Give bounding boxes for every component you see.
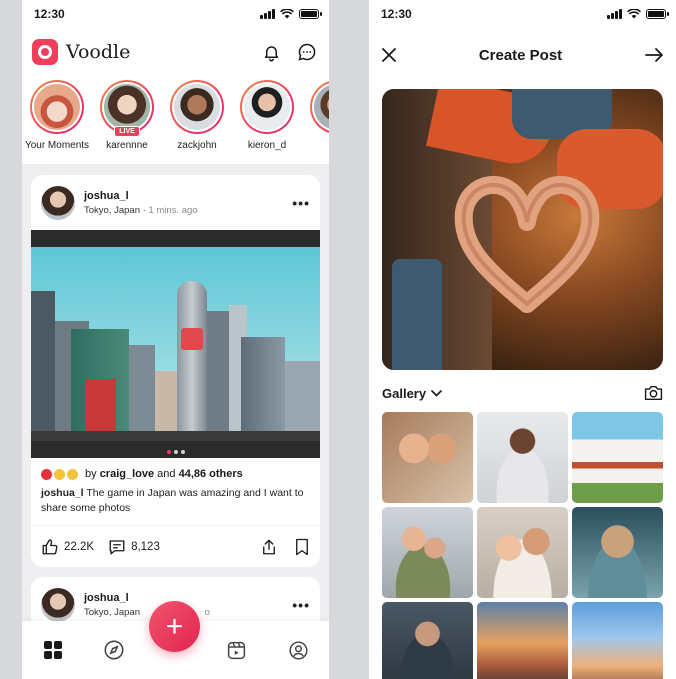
gallery-photo[interactable] xyxy=(382,507,473,598)
heart-eyes-emoji-icon xyxy=(54,468,65,480)
liked-by-user[interactable]: craig_love xyxy=(100,468,154,480)
avatar[interactable] xyxy=(41,587,75,622)
status-icons xyxy=(607,9,669,19)
arrow-right-icon[interactable] xyxy=(644,47,664,63)
selected-photo-preview[interactable] xyxy=(382,89,663,370)
post-location-text: Tokyo, Japan xyxy=(84,606,140,618)
status-bar: 12:30 xyxy=(369,0,676,28)
liked-by-prefix: by xyxy=(85,468,97,480)
post-caption: joshua_l The game in Japan was amazing a… xyxy=(31,480,320,516)
gallery-photo[interactable] xyxy=(382,602,473,679)
battery-icon xyxy=(646,9,669,19)
like-button[interactable]: 22.2K xyxy=(41,538,94,556)
chevron-down-icon xyxy=(431,389,442,396)
close-icon[interactable] xyxy=(381,47,397,63)
comment-icon xyxy=(109,539,125,554)
gallery-dropdown[interactable]: Gallery xyxy=(382,386,442,401)
avatar[interactable] xyxy=(41,185,75,220)
story-avatar xyxy=(244,84,290,130)
nav-profile[interactable] xyxy=(278,640,318,661)
more-options-button[interactable]: ••• xyxy=(292,597,310,613)
story-karennne[interactable]: LIVE karennne xyxy=(92,80,162,164)
story-kieron-d[interactable]: kieron_d xyxy=(232,80,302,164)
signal-icon xyxy=(260,9,275,19)
app-logo xyxy=(32,39,58,65)
status-time: 12:30 xyxy=(381,7,412,21)
bell-icon xyxy=(264,45,278,61)
status-time: 12:30 xyxy=(34,7,65,21)
chat-bubble-icon xyxy=(298,43,316,61)
add-post-button[interactable]: + xyxy=(149,601,200,652)
grid-icon xyxy=(43,641,62,659)
post-location-text: Tokyo, Japan xyxy=(84,204,140,216)
wifi-icon xyxy=(280,9,294,19)
nav-reels[interactable] xyxy=(217,640,257,661)
post-actions: 22.2K 8,123 xyxy=(31,525,320,567)
wifi-icon xyxy=(627,9,641,19)
messages-button[interactable] xyxy=(295,40,319,64)
liked-by-and: and xyxy=(157,468,176,480)
liked-by-others[interactable]: 44,86 others xyxy=(179,468,243,480)
notifications-button[interactable] xyxy=(259,40,283,64)
story-your-moments[interactable]: Your Moments xyxy=(22,80,92,164)
gallery-photo[interactable] xyxy=(382,412,473,503)
create-post-header: Create Post xyxy=(369,28,676,82)
status-icons xyxy=(260,9,322,19)
likes-count: 22.2K xyxy=(64,540,95,553)
reels-icon xyxy=(228,641,246,659)
app-header: Voodle xyxy=(22,28,329,76)
post-image[interactable] xyxy=(31,230,320,458)
heart-emoji-icon xyxy=(41,468,52,480)
thumbs-up-icon xyxy=(42,538,58,554)
profile-icon xyxy=(289,640,308,660)
story-avatar xyxy=(34,84,80,130)
story-cra[interactable]: cra xyxy=(302,80,329,164)
smile-emoji-icon xyxy=(67,468,78,480)
caption-username[interactable]: joshua_l xyxy=(41,487,84,499)
post-location: Tokyo, Japan · 1 mins. ago xyxy=(84,204,198,216)
comments-count: 8,123 xyxy=(131,540,160,553)
story-zackjohn[interactable]: zackjohn xyxy=(162,80,232,164)
gallery-grid xyxy=(382,412,676,679)
live-badge: LIVE xyxy=(114,126,140,137)
gallery-photo[interactable] xyxy=(572,602,663,679)
stories-row: Your Moments LIVE karennne zackjohn kier… xyxy=(22,76,329,164)
gallery-photo[interactable] xyxy=(477,507,568,598)
carousel-indicator[interactable] xyxy=(166,450,185,454)
create-post-screen: 12:30 Create Post Gallery xyxy=(369,0,676,679)
battery-icon xyxy=(299,9,322,19)
story-avatar xyxy=(314,84,329,130)
gallery-label: Gallery xyxy=(382,385,427,401)
gallery-photo[interactable] xyxy=(572,412,663,503)
post-username[interactable]: joshua_l xyxy=(84,190,292,202)
feed-screen: 12:30 Voodle Your Moments LIVE karennne xyxy=(22,0,329,679)
signal-icon xyxy=(607,9,622,19)
post-time: o xyxy=(204,606,210,618)
nav-explore[interactable] xyxy=(94,639,134,661)
page-title: Create Post xyxy=(478,46,563,64)
gallery-photo[interactable] xyxy=(477,412,568,503)
likes-summary[interactable]: by craig_love and 44,86 others xyxy=(31,458,320,480)
comment-button[interactable]: 8,123 xyxy=(108,538,160,556)
post-header: joshua_l Tokyo, Japan · 1 mins. ago ••• xyxy=(31,175,320,230)
app-name: Voodle xyxy=(66,41,131,63)
compass-icon xyxy=(104,640,124,660)
post-time: 1 mins. ago xyxy=(148,204,198,216)
share-icon xyxy=(263,539,275,554)
heart-hands-image xyxy=(454,175,600,313)
feed-post: joshua_l Tokyo, Japan · 1 mins. ago ••• xyxy=(31,175,320,567)
story-avatar xyxy=(104,84,150,130)
status-bar: 12:30 xyxy=(22,0,329,28)
gallery-bar: Gallery xyxy=(369,384,676,402)
more-options-button[interactable]: ••• xyxy=(292,195,310,211)
gallery-photo[interactable] xyxy=(477,602,568,679)
story-avatar xyxy=(174,84,220,130)
camera-icon[interactable] xyxy=(644,385,663,401)
bookmark-button[interactable] xyxy=(294,538,310,556)
share-button[interactable] xyxy=(260,538,278,556)
bookmark-icon xyxy=(296,538,308,555)
nav-home[interactable] xyxy=(33,640,73,660)
post-username[interactable]: joshua_l xyxy=(84,592,292,604)
gallery-photo[interactable] xyxy=(572,507,663,598)
